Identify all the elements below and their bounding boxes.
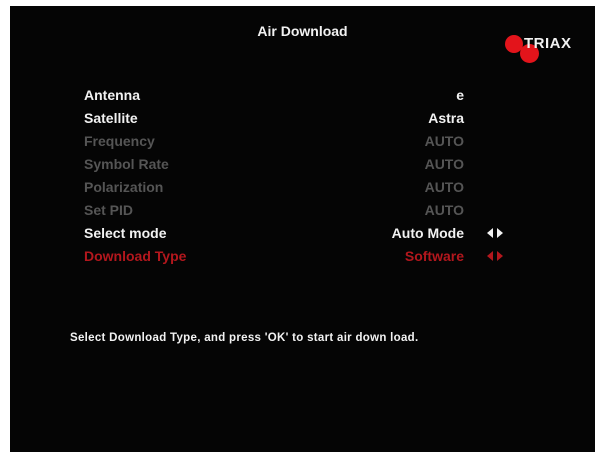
menu-row-antenna[interactable]: Antenna e (84, 84, 524, 107)
satellite-value: Astra (428, 110, 464, 126)
frequency-value: AUTO (424, 133, 464, 149)
help-text: Select Download Type, and press 'OK' to … (70, 332, 419, 344)
menu-row-download-type[interactable]: Download Type Software (84, 245, 524, 268)
download-type-label: Download Type (84, 248, 187, 264)
left-right-arrows-icon[interactable] (487, 251, 503, 261)
tv-screen: Air Download TRIAX Antenna e Satellite A… (10, 6, 595, 452)
set-pid-label: Set PID (84, 202, 134, 218)
triax-logo: TRIAX (502, 30, 582, 74)
symbol-rate-label: Symbol Rate (84, 156, 169, 172)
frequency-label: Frequency (84, 133, 155, 149)
menu-row-set-pid: Set PID AUTO (84, 199, 524, 222)
menu-row-frequency: Frequency AUTO (84, 130, 524, 153)
select-mode-value: Auto Mode (391, 225, 464, 241)
menu-row-satellite[interactable]: Satellite Astra (84, 107, 524, 130)
polarization-value: AUTO (424, 179, 464, 195)
air-download-menu: Antenna e Satellite Astra Frequency AUTO… (84, 84, 524, 268)
download-type-value: Software (404, 248, 464, 264)
symbol-rate-value: AUTO (424, 156, 464, 172)
antenna-value: e (456, 87, 464, 103)
menu-row-polarization: Polarization AUTO (84, 176, 524, 199)
set-pid-value: AUTO (424, 202, 464, 218)
antenna-label: Antenna (84, 87, 140, 103)
menu-row-select-mode[interactable]: Select mode Auto Mode (84, 222, 524, 245)
left-right-arrows-icon[interactable] (487, 228, 503, 238)
satellite-label: Satellite (84, 110, 138, 126)
polarization-label: Polarization (84, 179, 164, 195)
select-mode-label: Select mode (84, 225, 167, 241)
brand-name: TRIAX (524, 35, 572, 52)
menu-row-symbol-rate: Symbol Rate AUTO (84, 153, 524, 176)
